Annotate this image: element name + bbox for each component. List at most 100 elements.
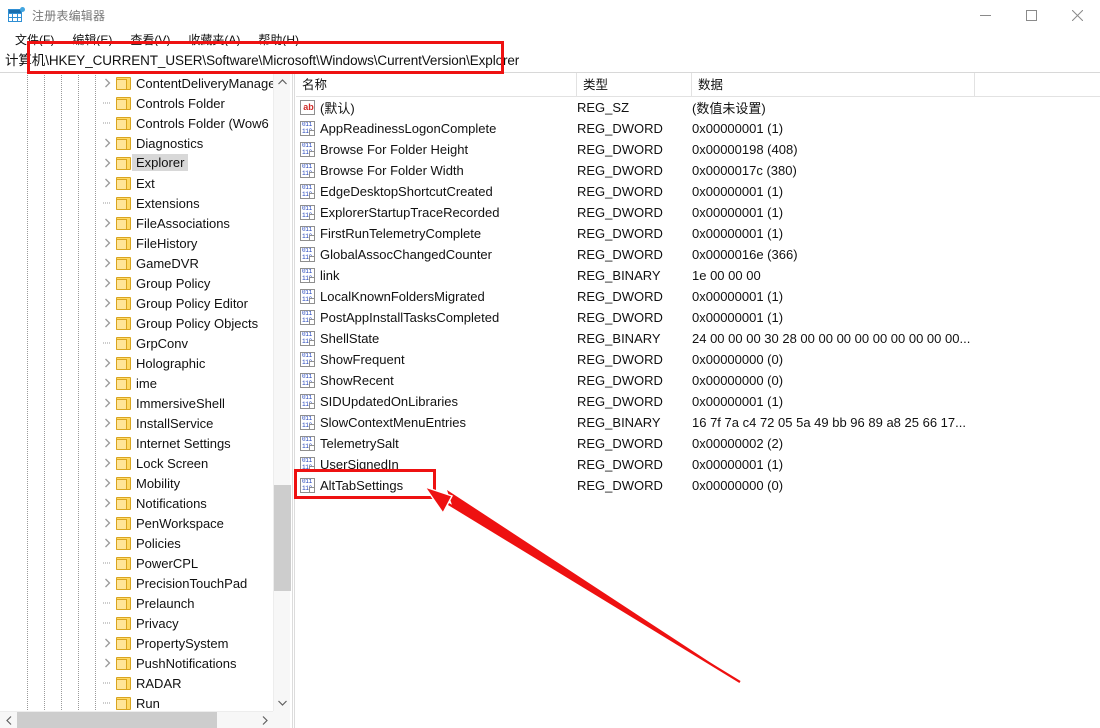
scroll-down-icon[interactable] [274, 694, 291, 711]
tree-item-ext[interactable]: Ext [0, 173, 273, 193]
tree-item-policies[interactable]: Policies [0, 533, 273, 553]
value-data: 0x00000001 (1) [692, 457, 784, 472]
tree-item-ime[interactable]: ime [0, 373, 273, 393]
tree-item-fileassociations[interactable]: FileAssociations [0, 213, 273, 233]
chevron-right-icon[interactable] [101, 213, 113, 233]
tree-item-grpconv[interactable]: GrpConv [0, 333, 273, 353]
tree-item-powercpl[interactable]: PowerCPL [0, 553, 273, 573]
chevron-right-icon[interactable] [101, 133, 113, 153]
tree-hscrollbar-thumb[interactable] [17, 712, 217, 728]
chevron-right-icon[interactable] [101, 413, 113, 433]
tree-item-label: ime [136, 375, 157, 391]
tree-item-precisiontouchpad[interactable]: PrecisionTouchPad [0, 573, 273, 593]
chevron-right-icon[interactable] [101, 473, 113, 493]
tree-item-explorer[interactable]: Explorer [0, 153, 273, 173]
chevron-right-icon[interactable] [101, 453, 113, 473]
tree-item-propertysystem[interactable]: PropertySystem [0, 633, 273, 653]
chevron-right-icon[interactable] [101, 353, 113, 373]
table-row[interactable]: 011 110 UserSignedIn REG_DWORD 0x00000001 (1… [296, 454, 1100, 475]
tree-item-lock-screen[interactable]: Lock Screen [0, 453, 273, 473]
tree-item-filehistory[interactable]: FileHistory [0, 233, 273, 253]
chevron-right-icon[interactable] [101, 153, 113, 173]
table-row[interactable]: 011 110 Browse For Folder Width REG_DWORD 0x… [296, 160, 1100, 181]
chevron-right-icon[interactable] [101, 573, 113, 593]
tree-item-group-policy-objects[interactable]: Group Policy Objects [0, 313, 273, 333]
table-row[interactable]: 011 110 SIDUpdatedOnLibraries REG_DWORD 0x00… [296, 391, 1100, 412]
chevron-right-icon[interactable] [101, 393, 113, 413]
chevron-right-icon[interactable] [101, 653, 113, 673]
column-header-type[interactable]: 类型 [577, 73, 692, 97]
folder-icon [116, 296, 132, 310]
tree-item-extensions[interactable]: Extensions [0, 193, 273, 213]
chevron-right-icon[interactable] [101, 293, 113, 313]
table-row[interactable]: 011 110 AltTabSettings REG_DWORD 0x00000000 … [296, 475, 1100, 496]
value-type: REG_DWORD [577, 184, 663, 199]
table-row[interactable]: 011 110 FirstRunTelemetryComplete REG_DWORD… [296, 223, 1100, 244]
column-header-name[interactable]: 名称 [296, 73, 577, 97]
table-row[interactable]: 011 110 Browse For Folder Height REG_DWORD 0… [296, 139, 1100, 160]
tree-item-immersiveshell[interactable]: ImmersiveShell [0, 393, 273, 413]
tree-item-privacy[interactable]: Privacy [0, 613, 273, 633]
tree-item-penworkspace[interactable]: PenWorkspace [0, 513, 273, 533]
chevron-right-icon[interactable] [101, 513, 113, 533]
table-row[interactable]: 011 110 SlowContextMenuEntries REG_BINARY 16… [296, 412, 1100, 433]
tree-item-label: Diagnostics [136, 135, 204, 151]
chevron-right-icon[interactable] [101, 273, 113, 293]
tree-item-group-policy-editor[interactable]: Group Policy Editor [0, 293, 273, 313]
tree-item-internet-settings[interactable]: Internet Settings [0, 433, 273, 453]
tree-item-label: FileAssociations [136, 215, 230, 231]
pane-splitter[interactable] [292, 73, 295, 728]
scroll-left-icon[interactable] [0, 712, 17, 728]
tree-item-contentdeliverymanage[interactable]: ContentDeliveryManage [0, 73, 273, 93]
table-row[interactable]: 011 110 ShellState REG_BINARY 24 00 00 00 30… [296, 328, 1100, 349]
chevron-right-icon[interactable] [101, 433, 113, 453]
table-row[interactable]: 011 110 link REG_BINARY 1e 00 00 00 [296, 265, 1100, 286]
value-type: REG_DWORD [577, 373, 663, 388]
table-row[interactable]: 011 110 ExplorerStartupTraceRecorded REG_DW… [296, 202, 1100, 223]
tree-item-notifications[interactable]: Notifications [0, 493, 273, 513]
chevron-right-icon[interactable] [101, 233, 113, 253]
chevron-right-icon[interactable] [101, 313, 113, 333]
tree-vertical-scrollbar[interactable] [273, 73, 291, 711]
chevron-right-icon[interactable] [101, 373, 113, 393]
tree-item-mobility[interactable]: Mobility [0, 473, 273, 493]
table-row[interactable]: 011 110 AppReadinessLogonComplete REG_DWORD… [296, 118, 1100, 139]
tree-item-run[interactable]: Run [0, 693, 273, 711]
table-row[interactable]: 011 110 EdgeDesktopShortcutCreated REG_DWOR… [296, 181, 1100, 202]
scroll-up-icon[interactable] [274, 73, 291, 90]
chevron-right-icon[interactable] [101, 633, 113, 653]
tree-scrollbar-thumb[interactable] [274, 485, 291, 591]
table-row[interactable]: 011 110 TelemetrySalt REG_DWORD 0x00000002 (… [296, 433, 1100, 454]
chevron-right-icon[interactable] [101, 493, 113, 513]
close-icon[interactable] [1054, 0, 1100, 30]
tree-item-pushnotifications[interactable]: PushNotifications [0, 653, 273, 673]
tree-item-group-policy[interactable]: Group Policy [0, 273, 273, 293]
tree-item-gamedvr[interactable]: GameDVR [0, 253, 273, 273]
chevron-right-icon[interactable] [101, 73, 113, 93]
table-row[interactable]: 011 110 ShowRecent REG_DWORD 0x00000000 (0) [296, 370, 1100, 391]
tree-item-installservice[interactable]: InstallService [0, 413, 273, 433]
column-header-data[interactable]: 数据 [692, 73, 975, 97]
chevron-right-icon[interactable] [101, 253, 113, 273]
tree-item-diagnostics[interactable]: Diagnostics [0, 133, 273, 153]
tree-item-holographic[interactable]: Holographic [0, 353, 273, 373]
scroll-right-icon[interactable] [256, 712, 273, 728]
tree-item-label: PropertySystem [136, 635, 229, 651]
chevron-right-icon[interactable] [101, 533, 113, 553]
tree-horizontal-scrollbar[interactable] [0, 711, 290, 728]
table-row[interactable]: 011 110 PostAppInstallTasksCompleted REG_DW… [296, 307, 1100, 328]
address-bar[interactable]: 计算机\HKEY_CURRENT_USER\Software\Microsoft… [0, 46, 1100, 73]
tree-item-radar[interactable]: RADAR [0, 673, 273, 693]
address-path-text[interactable]: 计算机\HKEY_CURRENT_USER\Software\Microsoft… [0, 49, 519, 69]
table-row[interactable]: 011 110 LocalKnownFoldersMigrated REG_DWORD… [296, 286, 1100, 307]
tree-item-controls-folder-wow6[interactable]: Controls Folder (Wow6 [0, 113, 273, 133]
chevron-right-icon[interactable] [101, 173, 113, 193]
table-row[interactable]: 011 110 ShowFrequent REG_DWORD 0x00000000 (0… [296, 349, 1100, 370]
minimize-icon[interactable] [962, 0, 1008, 30]
table-row[interactable]: ab (默认) REG_SZ (数值未设置) [296, 97, 1100, 118]
folder-icon [116, 616, 132, 630]
table-row[interactable]: 011 110 GlobalAssocChangedCounter REG_DWORD… [296, 244, 1100, 265]
tree-item-prelaunch[interactable]: Prelaunch [0, 593, 273, 613]
tree-item-controls-folder[interactable]: Controls Folder [0, 93, 273, 113]
maximize-icon[interactable] [1008, 0, 1054, 30]
